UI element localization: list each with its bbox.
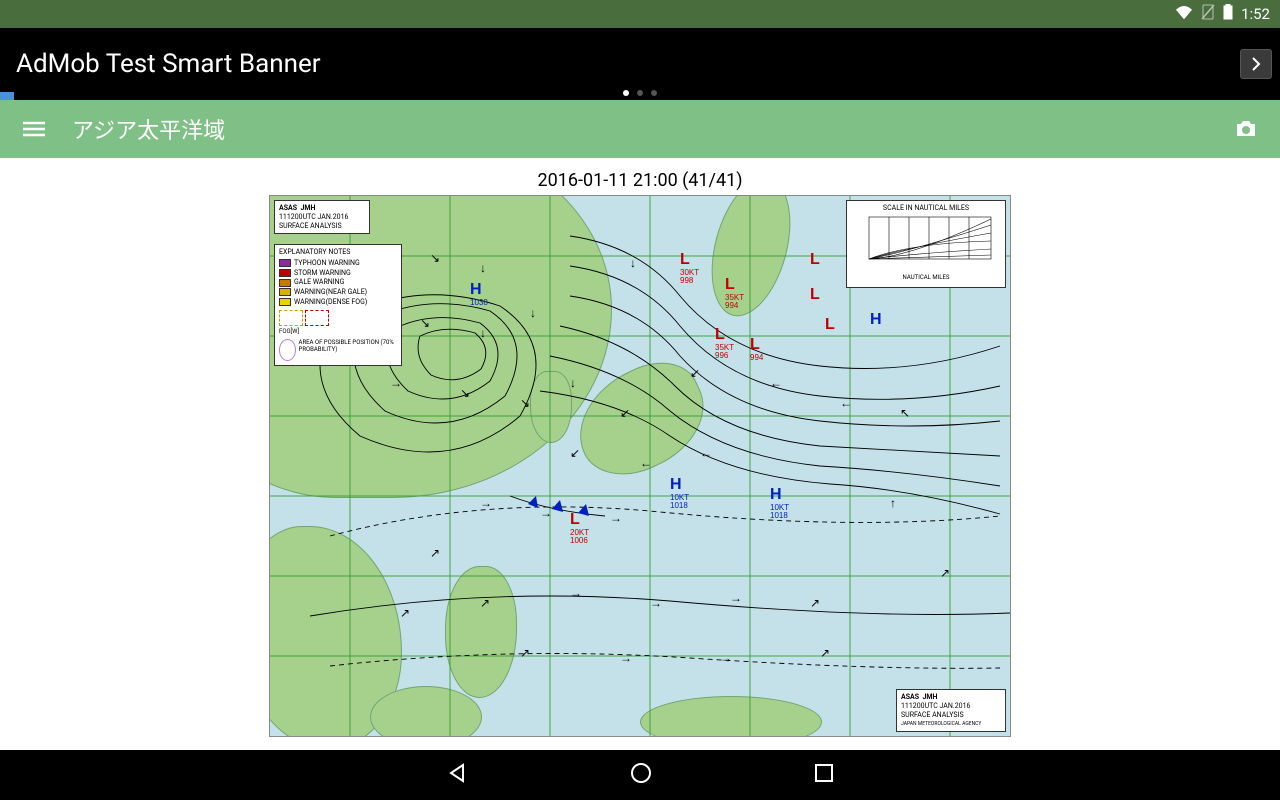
ad-next-button[interactable] xyxy=(1240,49,1272,79)
wifi-icon xyxy=(1175,5,1193,23)
back-button[interactable] xyxy=(445,761,469,789)
legend-item: TYPHOON WARNING xyxy=(279,259,397,268)
hamburger-icon xyxy=(23,121,45,137)
probability-circle-icon xyxy=(279,339,296,361)
pressure-low: L20KT1006 xyxy=(570,511,589,545)
battery-icon xyxy=(1223,4,1233,24)
pressure-low: L994 xyxy=(750,336,763,362)
chart-id-box: ASAS JMH 111200UTC JAN.2016 SURFACE ANAL… xyxy=(274,200,370,234)
legend-heading: EXPLANATORY NOTES xyxy=(279,248,397,257)
no-sim-icon xyxy=(1201,4,1215,24)
menu-button[interactable] xyxy=(18,113,50,145)
pressure-high: H xyxy=(870,311,882,329)
pressure-low: L xyxy=(825,316,835,334)
page-title: アジア太平洋域 xyxy=(72,113,1208,145)
pressure-high: H10KT1018 xyxy=(670,476,689,510)
home-button[interactable] xyxy=(629,761,653,789)
pressure-high: H1038 xyxy=(470,281,488,307)
chart-footer-box: ASAS JMH 111200UTC JAN.2016 SURFACE ANAL… xyxy=(896,689,1006,732)
legend-item: GALE WARNING xyxy=(279,278,397,287)
chart-caption: 2016-01-11 21:00 (41/41) xyxy=(538,170,743,191)
ad-page-dots xyxy=(623,90,657,96)
circle-home-icon xyxy=(629,761,653,785)
triangle-back-icon xyxy=(445,761,469,785)
pressure-low: L35KT996 xyxy=(715,326,734,360)
pressure-high: H10KT1018 xyxy=(770,486,789,520)
recents-button[interactable] xyxy=(813,762,835,788)
pressure-low: L xyxy=(810,286,820,304)
weather-chart[interactable]: ↘↘ ↓↘ ↓↓ →↘ ↘↓ ↙↙ ←← →→ →↗ ↗↗ →→ →↗ ↗→ →… xyxy=(269,195,1011,737)
chevron-right-icon xyxy=(1250,57,1262,71)
scale-box: SCALE IN NAUTICAL MILES NAUTICAL MILES xyxy=(846,200,1006,288)
camera-button[interactable] xyxy=(1230,113,1262,145)
pressure-low: L xyxy=(810,251,820,269)
square-recents-icon xyxy=(813,762,835,784)
status-time: 1:52 xyxy=(1241,5,1270,23)
legend-item: WARNING(NEAR GALE) xyxy=(279,288,397,297)
ad-title: AdMob Test Smart Banner xyxy=(16,49,321,79)
admob-banner[interactable]: AdMob Test Smart Banner xyxy=(0,28,1280,100)
app-toolbar: アジア太平洋域 xyxy=(0,100,1280,158)
android-nav-bar xyxy=(0,750,1280,800)
content-area: 2016-01-11 21:00 (41/41) xyxy=(0,158,1280,737)
legend-box: EXPLANATORY NOTES TYPHOON WARNINGSTORM W… xyxy=(274,244,402,366)
legend-item: WARNING(DENSE FOG) xyxy=(279,298,397,307)
pressure-low: L30KT998 xyxy=(680,251,699,285)
legend-item: STORM WARNING xyxy=(279,269,397,278)
camera-icon xyxy=(1234,119,1258,139)
android-status-bar: 1:52 xyxy=(0,0,1280,28)
ad-indicator-icon xyxy=(0,92,14,100)
pressure-low: L35KT994 xyxy=(725,276,744,310)
